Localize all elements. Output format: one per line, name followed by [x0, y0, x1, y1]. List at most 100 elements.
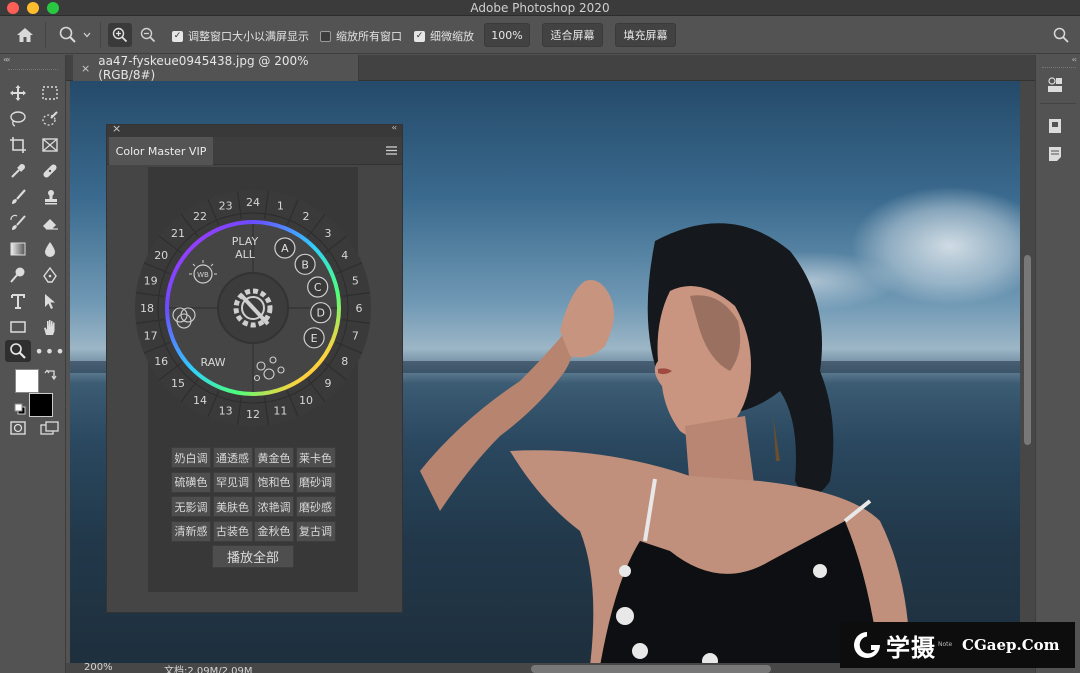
panel-menu-icon[interactable] [386, 146, 397, 155]
preset-button[interactable]: 奶白调 [171, 447, 211, 468]
zoom-level[interactable]: 200% [84, 662, 113, 673]
wheel-number-14[interactable]: 14 [193, 394, 207, 407]
vertical-scrollbar-thumb[interactable] [1024, 255, 1031, 445]
eyedropper-tool[interactable] [5, 160, 31, 182]
color-master-tab[interactable]: Color Master VIP [109, 137, 213, 165]
panel-close-button[interactable]: × [112, 122, 121, 135]
edit-toolbar-button[interactable]: ••• [34, 340, 64, 362]
background-color-swatch[interactable] [29, 393, 53, 417]
wheel-number-17[interactable]: 17 [144, 329, 158, 342]
crop-tool[interactable] [5, 134, 31, 156]
document-size[interactable]: 文档:2.09M/2.09M [164, 662, 253, 673]
dock-collapse-button[interactable]: ‹‹ [1072, 55, 1078, 64]
panel-header[interactable]: × ‹‹ [107, 122, 402, 137]
gradient-tool[interactable] [5, 238, 31, 260]
eraser-tool[interactable] [37, 212, 63, 234]
zoom-tool[interactable] [5, 340, 31, 362]
wheel-number-13[interactable]: 13 [219, 404, 233, 417]
wheel-number-9[interactable]: 9 [325, 377, 332, 390]
brush-tool[interactable] [5, 186, 31, 208]
wheel-number-10[interactable]: 10 [299, 394, 313, 407]
preset-button[interactable]: 清新感 [171, 520, 211, 542]
letter-preset-d[interactable]: D [317, 307, 325, 320]
foreground-color-swatch[interactable] [15, 369, 39, 393]
letter-preset-c[interactable]: C [314, 281, 322, 294]
document-tab[interactable]: × aa47-fyskeue0945438.jpg @ 200%(RGB/8#) [73, 54, 359, 82]
screen-mode-button[interactable] [37, 417, 63, 439]
preset-button[interactable]: 复古调 [295, 520, 336, 542]
close-icon[interactable]: × [81, 62, 90, 75]
marquee-tool[interactable] [37, 82, 63, 104]
toolbar-grip[interactable] [8, 69, 58, 72]
wheel-number-2[interactable]: 2 [303, 210, 310, 223]
zoom-all-windows-checkbox[interactable]: 缩放所有窗口 [320, 28, 402, 44]
quick-mask-button[interactable] [5, 417, 31, 439]
healing-brush-tool[interactable] [37, 160, 63, 182]
history-brush-tool[interactable] [5, 212, 31, 234]
tool-preset-picker[interactable] [55, 24, 95, 46]
notes-panel-button[interactable] [1045, 144, 1065, 164]
fill-screen-button[interactable]: 填充屏幕 [615, 23, 676, 47]
letter-preset-b[interactable]: B [301, 258, 309, 271]
preset-button[interactable]: 美肤色 [212, 496, 253, 517]
play-all-button[interactable]: 播放全部 [212, 545, 294, 568]
frame-tool[interactable] [37, 134, 63, 156]
home-button[interactable] [14, 26, 36, 44]
wheel-number-21[interactable]: 21 [171, 227, 185, 240]
wheel-number-6[interactable]: 6 [356, 302, 363, 315]
wheel-number-24[interactable]: 24 [246, 196, 260, 209]
preset-button[interactable]: 莱卡色 [295, 447, 336, 468]
resize-windows-checkbox[interactable]: ✓ 调整窗口大小以满屏显示 [172, 28, 309, 44]
blur-tool[interactable] [37, 238, 63, 260]
lasso-tool[interactable] [5, 108, 31, 130]
clone-stamp-tool[interactable] [37, 186, 63, 208]
letter-preset-a[interactable]: A [281, 242, 289, 255]
wheel-number-5[interactable]: 5 [352, 275, 359, 288]
move-tool[interactable] [5, 82, 31, 104]
wheel-number-3[interactable]: 3 [325, 227, 332, 240]
quick-selection-tool[interactable] [37, 108, 63, 130]
wheel-number-11[interactable]: 11 [273, 404, 287, 417]
preset-button[interactable]: 通透感 [212, 447, 253, 468]
horizontal-scrollbar-thumb[interactable] [531, 665, 771, 673]
play-all-label-line2[interactable]: ALL [235, 248, 256, 261]
wheel-number-12[interactable]: 12 [246, 408, 260, 421]
hand-tool[interactable] [37, 316, 63, 338]
preset-button[interactable]: 罕见调 [212, 471, 253, 493]
preset-button[interactable]: 无影调 [171, 496, 211, 517]
letter-preset-e[interactable]: E [311, 332, 318, 345]
default-colors-button[interactable] [14, 400, 26, 415]
swap-colors-button[interactable] [44, 367, 58, 381]
type-tool[interactable] [5, 290, 31, 312]
wheel-number-22[interactable]: 22 [193, 210, 207, 223]
wheel-number-1[interactable]: 1 [277, 200, 284, 213]
preset-button[interactable]: 黄金色 [254, 447, 294, 468]
wheel-number-16[interactable]: 16 [154, 355, 168, 368]
search-button[interactable] [1050, 25, 1072, 45]
zoom-out-button[interactable] [136, 23, 160, 47]
zoom-100-button[interactable]: 100% [484, 23, 530, 47]
wheel-number-8[interactable]: 8 [341, 355, 348, 368]
rectangle-tool[interactable] [5, 316, 31, 338]
wheel-number-20[interactable]: 20 [154, 249, 168, 262]
wheel-number-4[interactable]: 4 [341, 249, 348, 262]
scrubby-zoom-checkbox[interactable]: ✓ 细微缩放 [414, 28, 474, 44]
wheel-number-15[interactable]: 15 [171, 377, 185, 390]
zoom-in-button[interactable] [108, 23, 132, 47]
preset-button[interactable]: 磨砂感 [295, 496, 336, 517]
color-master-panel-button[interactable] [1045, 75, 1065, 95]
preset-button[interactable]: 硫磺色 [171, 471, 211, 493]
raw-button[interactable]: RAW [201, 356, 226, 369]
dock-grip[interactable] [1042, 67, 1076, 70]
panel-collapse-button[interactable]: ‹‹ [392, 123, 398, 132]
preset-button[interactable]: 浓艳调 [254, 496, 294, 517]
preset-button[interactable]: 古装色 [212, 520, 253, 542]
wheel-number-23[interactable]: 23 [219, 200, 233, 213]
wheel-number-7[interactable]: 7 [352, 329, 359, 342]
fit-screen-button[interactable]: 适合屏幕 [542, 23, 603, 47]
libraries-panel-button[interactable] [1045, 116, 1065, 136]
path-selection-tool[interactable] [37, 290, 63, 312]
preset-button[interactable]: 饱和色 [254, 471, 294, 493]
preset-button[interactable]: 磨砂调 [295, 471, 336, 493]
preset-button[interactable]: 金秋色 [254, 520, 294, 542]
